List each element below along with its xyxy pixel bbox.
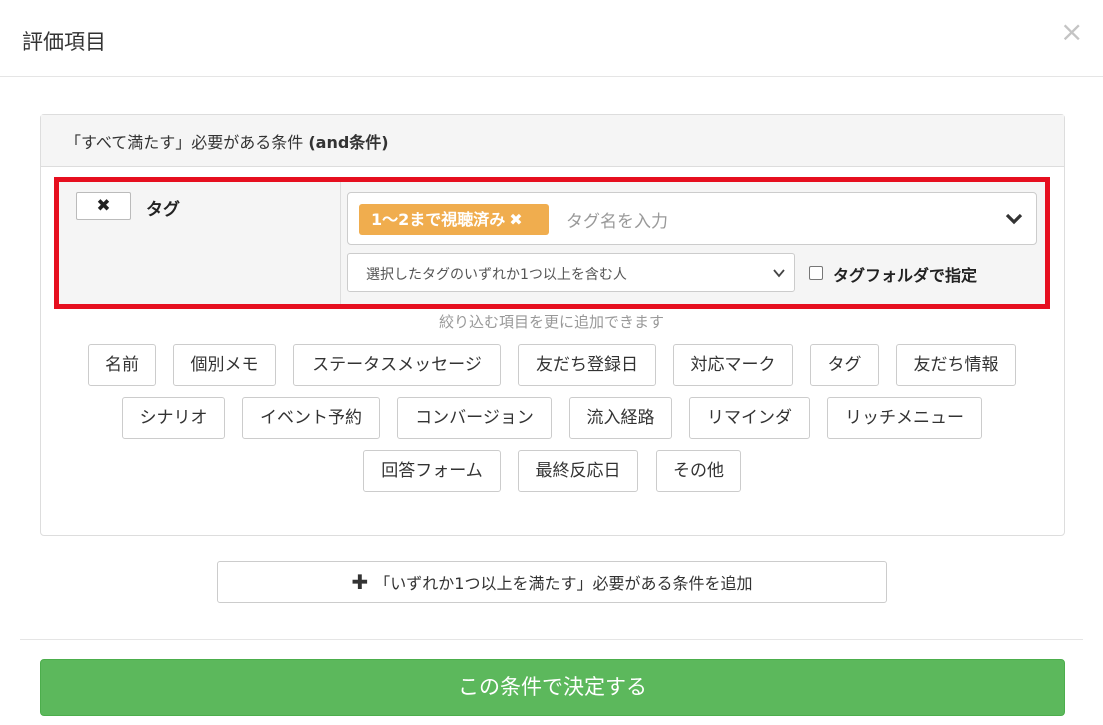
filter-button-friend-info[interactable]: 友だち情報 <box>896 344 1016 386</box>
remove-condition-button[interactable]: ✖ <box>76 192 131 220</box>
filter-button-memo[interactable]: 個別メモ <box>173 344 276 386</box>
plus-icon: ✚ <box>351 570 369 594</box>
filter-button-conversion[interactable]: コンバージョン <box>397 397 552 439</box>
tag-folder-checkbox[interactable] <box>809 266 823 280</box>
tag-chip-label: 1～2まで視聴済み <box>371 210 506 229</box>
filter-button-inflow[interactable]: 流入経路 <box>569 397 672 439</box>
tag-input-placeholder[interactable]: タグ名を入力 <box>566 207 668 232</box>
condition-label-cell: ✖ タグ <box>59 182 341 304</box>
add-or-condition-button[interactable]: ✚ 「いずれか1つ以上を満たす」必要がある条件を追加 <box>217 561 887 603</box>
close-icon[interactable]: × <box>1060 18 1083 46</box>
chevron-down-icon[interactable] <box>1004 209 1024 229</box>
filter-button-event[interactable]: イベント予約 <box>242 397 380 439</box>
tag-condition-row: ✖ タグ 1～2まで視聴済み ✖ タグ名を入力 選択したタグのいずれか1つ以上を含… <box>54 177 1050 309</box>
filter-button-name[interactable]: 名前 <box>88 344 156 386</box>
filter-button-answer-form[interactable]: 回答フォーム <box>363 450 501 492</box>
filter-button-response-mark[interactable]: 対応マーク <box>673 344 793 386</box>
filter-button-friend-date[interactable]: 友だち登録日 <box>518 344 656 386</box>
and-panel-heading-bold: (and条件) <box>308 133 389 152</box>
filter-button-other[interactable]: その他 <box>656 450 741 492</box>
filter-button-status-message[interactable]: ステータスメッセージ <box>293 344 501 386</box>
filter-button-reminder[interactable]: リマインダ <box>689 397 810 439</box>
tag-match-select-value: 選択したタグのいずれか1つ以上を含む人 <box>366 267 627 283</box>
filter-button-scenario[interactable]: シナリオ <box>122 397 225 439</box>
select-caret-icon <box>773 269 785 278</box>
tag-match-select[interactable]: 選択したタグのいずれか1つ以上を含む人 <box>347 253 795 292</box>
tag-chip-remove-icon[interactable]: ✖ <box>509 210 522 229</box>
modal-title: 評価項目 <box>22 30 106 54</box>
footer-divider <box>20 639 1083 640</box>
submit-conditions-button[interactable]: この条件で決定する <box>40 659 1065 716</box>
and-panel-heading: 「すべて満たす」必要がある条件 (and条件) <box>41 115 1064 167</box>
condition-label: タグ <box>146 200 180 220</box>
selected-tag-chip: 1～2まで視聴済み ✖ <box>359 204 549 235</box>
add-filter-hint: 絞り込む項目を更に追加できます <box>438 313 664 331</box>
filter-button-last-reaction[interactable]: 最終反応日 <box>518 450 638 492</box>
tag-folder-label[interactable]: タグフォルダで指定 <box>833 262 977 286</box>
filter-button-tag[interactable]: タグ <box>810 344 879 386</box>
filter-button-rich-menu[interactable]: リッチメニュー <box>827 397 982 439</box>
and-panel-heading-text: 「すべて満たす」必要がある条件 <box>65 133 309 152</box>
add-or-condition-label: 「いずれか1つ以上を満たす」必要がある条件を追加 <box>374 574 753 593</box>
condition-value-cell: 1～2まで視聴済み ✖ タグ名を入力 選択したタグのいずれか1つ以上を含む人 タグ… <box>342 182 1045 304</box>
modal-header: 評価項目 × <box>0 0 1103 77</box>
tag-search-input[interactable]: 1～2まで視聴済み ✖ タグ名を入力 <box>347 192 1037 245</box>
